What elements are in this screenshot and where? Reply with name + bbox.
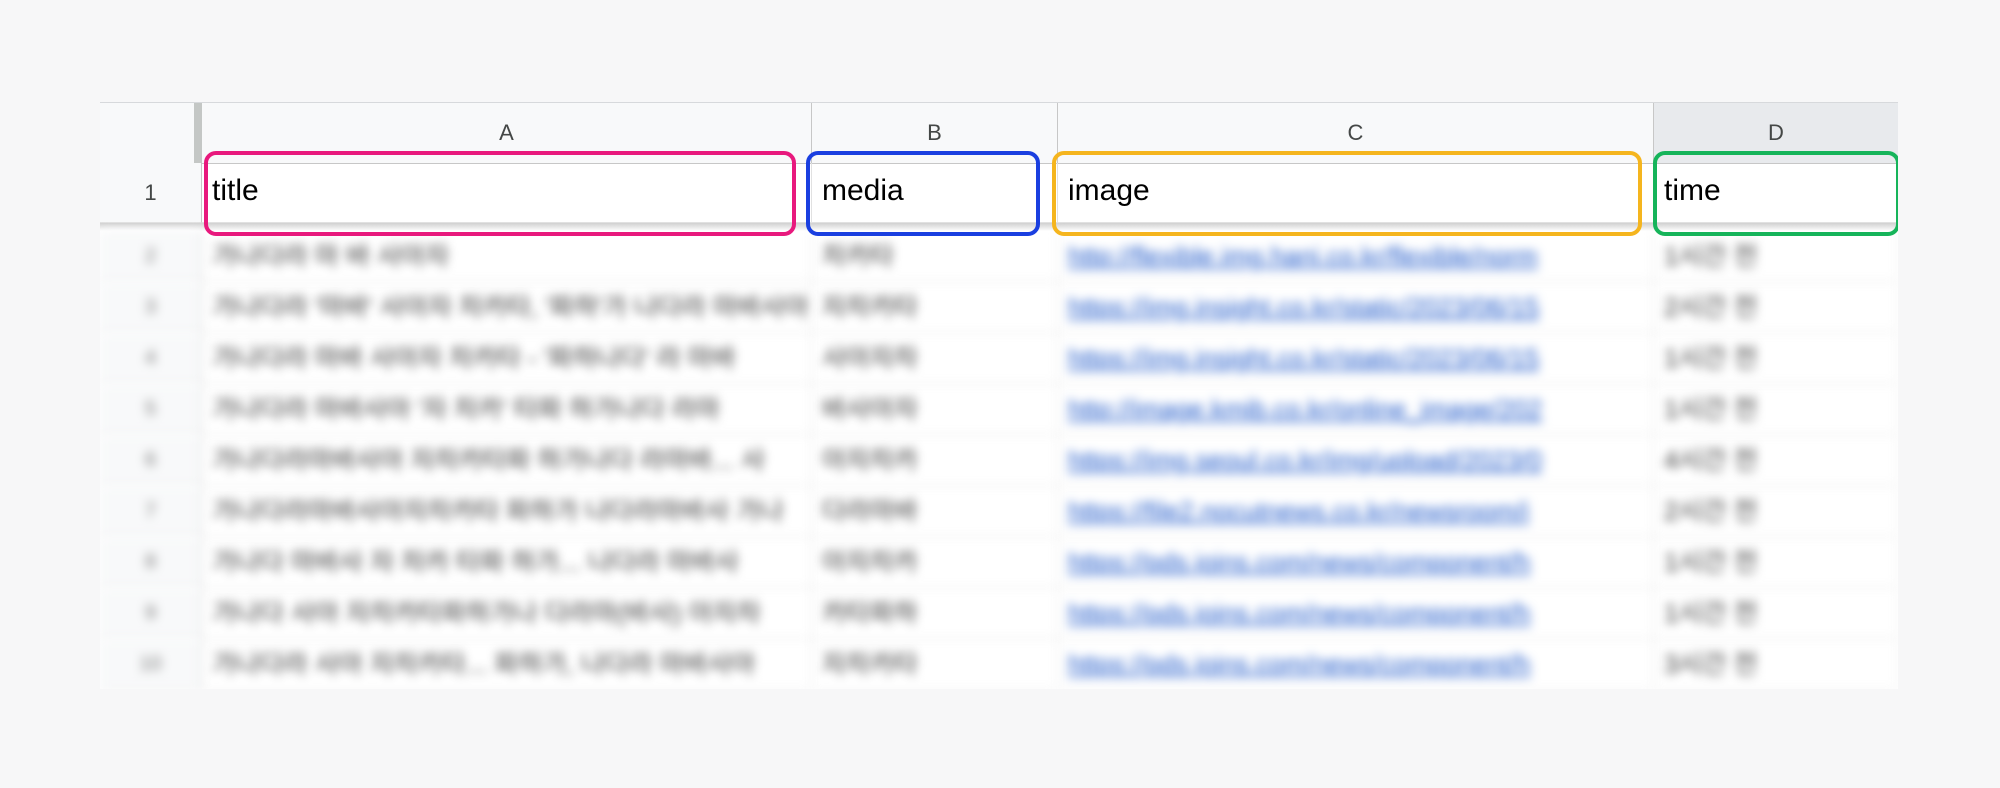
row-number[interactable]: 4 — [100, 333, 202, 384]
row-number[interactable]: 8 — [100, 537, 202, 588]
cell-c1-image[interactable]: image — [1058, 163, 1654, 223]
cell-time[interactable]: 1시간 전 — [1654, 537, 1898, 588]
row-number[interactable]: 2 — [100, 231, 202, 282]
column-header-b[interactable]: B — [812, 103, 1058, 163]
cell-media[interactable]: 자차카타 — [812, 282, 1058, 333]
cell-title[interactable]: 가나다라마바사아자차카타 파하가 나다라마바사 가나 — [202, 486, 812, 537]
row-number[interactable]: 5 — [100, 384, 202, 435]
cell-media[interactable]: 카타파하 — [812, 588, 1058, 639]
cell-time[interactable]: 2시간 전 — [1654, 486, 1898, 537]
cell-media[interactable]: 아자차카 — [812, 537, 1058, 588]
cell-image[interactable]: https://img.insight.co.kr/static/2023/06… — [1058, 282, 1654, 333]
row-number[interactable]: 7 — [100, 486, 202, 537]
cell-media[interactable]: 바사아자 — [812, 384, 1058, 435]
column-header-a[interactable]: A — [202, 103, 812, 163]
cell-image[interactable]: https://file2.nocutnews.co.kr/newsroom/i — [1058, 486, 1654, 537]
cell-media[interactable]: 사아자차 — [812, 333, 1058, 384]
cell-image[interactable]: https://pds.joins.com/news/component/h — [1058, 537, 1654, 588]
cell-time[interactable]: 4시간 전 — [1654, 435, 1898, 486]
row-number[interactable]: 6 — [100, 435, 202, 486]
row-number[interactable]: 3 — [100, 282, 202, 333]
cell-time[interactable]: 1시간 전 — [1654, 231, 1898, 282]
cell-title[interactable]: 가나다 마바사 자 차카 타파 하가... 나다라 마바사 — [202, 537, 812, 588]
cell-title[interactable]: 가나다라 마바사아 '자 차카' 타파 하가나다 라마 — [202, 384, 812, 435]
cell-image[interactable]: https://img.seoul.co.kr/img/upload/2023/… — [1058, 435, 1654, 486]
cell-image[interactable]: https://pds.joins.com/news/component/h — [1058, 588, 1654, 639]
cell-a1-title[interactable]: title — [202, 163, 812, 223]
cell-title[interactable]: 가나다라 마 바 사아자 — [202, 231, 812, 282]
cell-title[interactable]: 가나다라 마바 사아자 차카타 - '파하나다' 라 마바 — [202, 333, 812, 384]
column-header-d[interactable]: D — [1654, 103, 1898, 163]
column-header-row: A B C D — [100, 103, 1898, 164]
cell-media[interactable]: 차카타 — [812, 231, 1058, 282]
cell-b1-media[interactable]: media — [812, 163, 1058, 223]
cell-title[interactable]: 가나다라 '마바' 사아자 차카타, '파하'가 나다라 마바사아 — [202, 282, 812, 333]
cell-time[interactable]: 1시간 전 — [1654, 588, 1898, 639]
row-number[interactable]: 9 — [100, 588, 202, 639]
cell-image[interactable]: https://pds.joins.com/news/component/h — [1058, 639, 1654, 689]
cell-time[interactable]: 2시간 전 — [1654, 282, 1898, 333]
cell-title[interactable]: 가나다라 사아 자차카타... 파하가, 나다라 마바사아 — [202, 639, 812, 689]
cell-media[interactable]: 자차카타 — [812, 639, 1058, 689]
cell-image[interactable]: https://img.insight.co.kr/static/2023/06… — [1058, 333, 1654, 384]
spreadsheet-grid: A B C D 1 title media image time 2 가나다라 마… — [100, 102, 1898, 689]
cell-title[interactable]: 가나다 사아 자차카타파하가나 다라마(바사) 아자차 — [202, 588, 812, 639]
row-number[interactable]: 10 — [100, 639, 202, 689]
column-header-c[interactable]: C — [1058, 103, 1654, 163]
cell-time[interactable]: 1시간 전 — [1654, 333, 1898, 384]
cell-image[interactable]: http://image.kmib.co.kr/online_image/202 — [1058, 384, 1654, 435]
cell-title[interactable]: 가나다라마바사아 자차카타파 하가나다 라마바... 사 — [202, 435, 812, 486]
frozen-row-shadow — [100, 223, 1898, 231]
cell-image[interactable]: http://flexible.img.hani.co.kr/flexible/… — [1058, 231, 1654, 282]
row-number[interactable]: 1 — [100, 163, 202, 223]
cell-media[interactable]: 다라마바 — [812, 486, 1058, 537]
select-all-corner[interactable] — [100, 103, 202, 163]
cell-time[interactable]: 1시간 전 — [1654, 384, 1898, 435]
cell-d1-time[interactable]: time — [1654, 163, 1898, 223]
cell-time[interactable]: 3시간 전 — [1654, 639, 1898, 689]
cell-media[interactable]: 아자차카 — [812, 435, 1058, 486]
